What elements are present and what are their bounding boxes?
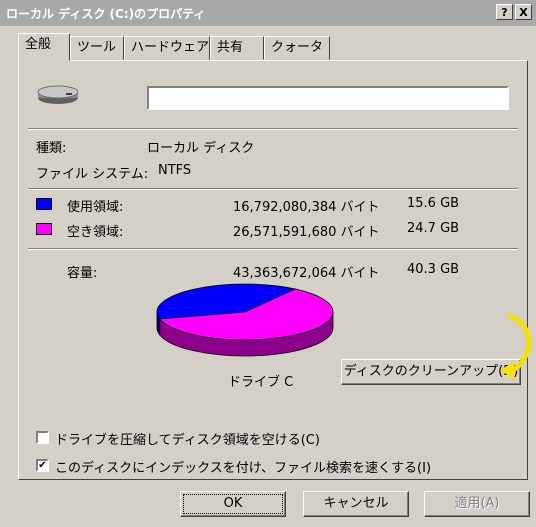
help-button[interactable]: ? — [496, 4, 513, 20]
hard-drive-icon — [37, 85, 79, 104]
disk-usage-pie-chart — [156, 283, 334, 357]
used-space-swatch — [36, 198, 52, 210]
drive-label: ドライブ C — [228, 375, 294, 390]
type-label: 種類: — [36, 141, 67, 156]
capacity-size: 40.3 GB — [407, 262, 460, 277]
properties-window: ローカル ディスク (C:)のプロパティ ? X 全般 ツール ハードウェア 共… — [0, 0, 536, 527]
capacity-bytes: 43,363,672,064 バイト — [233, 266, 380, 281]
ok-button[interactable]: OK — [180, 491, 286, 517]
capacity-label: 容量: — [67, 266, 98, 281]
filesystem-label: ファイル システム: — [36, 167, 149, 182]
separator — [28, 128, 518, 130]
free-space-bytes: 26,571,591,680 バイト — [233, 225, 380, 240]
used-space-size: 15.6 GB — [407, 196, 460, 211]
index-checkbox-label[interactable]: このディスクにインデックスを付け、ファイル検索を速くする(I) — [55, 457, 431, 476]
curved-arrow-icon — [500, 313, 532, 380]
used-space-bytes: 16,792,080,384 バイト — [233, 200, 380, 215]
cancel-button[interactable]: キャンセル — [303, 491, 409, 517]
used-space-label: 使用領域: — [67, 200, 124, 215]
apply-button[interactable]: 適用(A) — [424, 491, 530, 517]
compress-checkbox[interactable] — [36, 431, 49, 444]
tab-general[interactable]: 全般 — [18, 33, 70, 61]
separator — [28, 248, 518, 250]
window-title: ローカル ディスク (C:)のプロパティ — [6, 7, 206, 21]
separator — [28, 188, 518, 190]
index-checkbox[interactable]: ✔ — [36, 459, 49, 472]
title-bar[interactable]: ローカル ディスク (C:)のプロパティ ? X — [0, 0, 536, 26]
volume-name-input[interactable] — [147, 86, 509, 110]
close-button[interactable]: X — [515, 4, 532, 20]
type-value: ローカル ディスク — [147, 141, 255, 156]
tab-hardware[interactable]: ハードウェア — [124, 36, 210, 60]
filesystem-value: NTFS — [158, 163, 192, 178]
free-space-label: 空き領域: — [67, 225, 124, 240]
free-space-size: 24.7 GB — [407, 221, 460, 236]
tab-tools[interactable]: ツール — [70, 36, 124, 60]
compress-checkbox-label[interactable]: ドライブを圧縮してディスク領域を空ける(C) — [55, 429, 320, 448]
tab-sharing[interactable]: 共有 — [210, 36, 264, 60]
tab-quota[interactable]: クォータ — [264, 36, 330, 60]
free-space-swatch — [36, 223, 52, 235]
